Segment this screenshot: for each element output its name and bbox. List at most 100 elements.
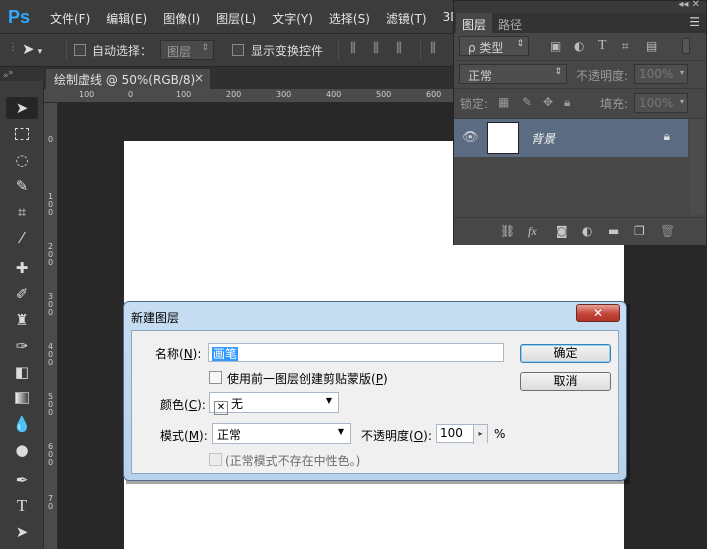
opacity-input[interactable]: 100 ▸ <box>436 424 488 444</box>
menu-image[interactable]: 图像(I) <box>163 10 200 27</box>
lock-image-icon[interactable]: ✎ <box>522 95 532 109</box>
cancel-button[interactable]: 取消 <box>520 372 611 391</box>
document-tab[interactable]: 绘制虚线 @ 50%(RGB/8) × <box>46 69 210 89</box>
eye-icon[interactable]: 👁︎ <box>462 130 479 145</box>
menu-file[interactable]: 文件(F) <box>50 10 90 27</box>
lock-icon[interactable]: 🔒︎ <box>664 129 670 144</box>
marquee-tool-icon[interactable] <box>6 123 38 145</box>
type-tool-icon[interactable]: T <box>6 495 38 517</box>
crop-tool-icon[interactable]: ⌗ <box>6 201 38 223</box>
dialog-opacity-label: 不透明度(O): <box>361 429 432 443</box>
brush-tool-icon[interactable]: ✐ <box>6 283 38 305</box>
lock-position-icon[interactable]: ✥ <box>543 95 553 109</box>
ruler-tick-label: 3 0 0 <box>48 292 54 317</box>
new-layer-icon[interactable]: ❐ <box>634 224 645 238</box>
layer-name[interactable]: 背景 <box>531 130 555 147</box>
ruler-tick-label: 5 0 0 <box>48 392 54 417</box>
expand-icon[interactable]: » <box>3 71 9 81</box>
updown-icon: ⇕ <box>554 67 562 77</box>
menu-select[interactable]: 选择(S) <box>329 10 370 27</box>
pen-tool-icon[interactable]: ✒ <box>6 469 38 491</box>
lock-all-icon[interactable]: 🔒︎ <box>564 95 570 110</box>
panel-menu-icon[interactable]: ☰ <box>689 15 700 29</box>
quick-select-tool-icon[interactable]: ✎ <box>6 175 38 197</box>
ok-button[interactable]: 确定 <box>520 344 611 363</box>
chevron-down-icon: ▼ <box>325 396 332 405</box>
close-icon[interactable]: × <box>194 71 204 85</box>
filter-adjustment-icon[interactable]: ◐ <box>574 39 584 53</box>
dodge-tool-icon[interactable]: ● <box>6 439 38 461</box>
filter-type-icon[interactable]: T <box>598 38 607 54</box>
align-left-icon[interactable]: ⫼ <box>430 41 436 56</box>
blend-row: 正常 ⇕ 不透明度: 100% ▾ <box>454 61 706 89</box>
healing-brush-tool-icon[interactable]: ✚ <box>6 257 38 279</box>
align-top-icon[interactable]: ⫼ <box>350 41 356 56</box>
lock-label: 锁定: <box>460 97 489 111</box>
fill-field[interactable]: 100% ▾ <box>634 93 688 113</box>
no-color-icon: ✕ <box>214 401 228 415</box>
layer-row[interactable]: 👁︎ 背景 🔒︎ <box>454 119 688 157</box>
eraser-tool-icon[interactable]: ◧ <box>6 361 38 383</box>
gradient-tool-icon[interactable] <box>6 387 38 409</box>
menu-type[interactable]: 文字(Y) <box>272 10 313 27</box>
new-layer-dialog: 新建图层 ✕ 名称(N): 画笔 使用前一图层创建剪贴蒙版(P) 颜色(C): … <box>123 301 627 481</box>
adjustment-layer-icon[interactable]: ◐ <box>582 224 592 238</box>
panel-header: ◂◂ ✕ <box>454 0 706 13</box>
delete-layer-icon[interactable]: 🗑︎ <box>660 224 675 238</box>
layers-panel: ◂◂ ✕ 图层 路径 ☰ ρ 类型 ⇕ ▣ ◐ T ⌗ ▤ 正常 ⇕ 不透明度: 1… <box>453 0 707 245</box>
layers-scrollbar[interactable] <box>690 119 704 215</box>
dialog-title: 新建图层 <box>131 311 180 325</box>
show-transform-checkbox[interactable] <box>232 44 244 56</box>
link-layers-icon[interactable]: ⛓ <box>500 224 515 238</box>
auto-select-target-dropdown[interactable]: 图层 ⇕ <box>160 40 214 60</box>
options-separator <box>338 39 339 61</box>
name-input[interactable]: 画笔 <box>208 343 504 362</box>
filter-type-dropdown[interactable]: ρ 类型 ⇕ <box>459 36 529 56</box>
opacity-input-value: 100 <box>440 426 463 440</box>
layer-style-icon[interactable]: fx <box>528 224 537 239</box>
move-tool-preset-icon[interactable]: ➤ ▾ <box>22 40 42 58</box>
ruler-tick-label: 200 <box>226 90 242 99</box>
fill-label: 填充: <box>600 97 629 111</box>
filter-toggle[interactable] <box>682 38 690 54</box>
lasso-tool-icon[interactable]: ◌ <box>6 149 38 171</box>
updown-icon: ⇕ <box>201 43 209 53</box>
opacity-field[interactable]: 100% ▾ <box>634 64 688 84</box>
menu-edit[interactable]: 编辑(E) <box>106 10 147 27</box>
filter-pixel-icon[interactable]: ▣ <box>550 39 561 53</box>
color-dropdown[interactable]: ✕ 无 ▼ <box>209 392 339 415</box>
lock-transparent-icon[interactable]: ▦ <box>498 95 509 109</box>
mode-dropdown[interactable]: 正常 ▼ <box>212 423 351 444</box>
filter-shape-icon[interactable]: ⌗ <box>622 39 629 54</box>
tab-paths[interactable]: 路径 <box>492 13 528 33</box>
collapse-panel-icon[interactable]: ◂◂ ✕ <box>678 0 700 10</box>
ruler-tick-label: 400 <box>326 90 342 99</box>
chevron-down-icon[interactable]: ▾ <box>680 97 684 106</box>
layer-thumbnail <box>487 122 519 154</box>
add-mask-icon[interactable]: ◙ <box>556 224 568 238</box>
menu-layer[interactable]: 图层(L) <box>216 10 256 27</box>
auto-select-checkbox[interactable] <box>74 44 86 56</box>
path-select-tool-icon[interactable]: ➤ <box>6 521 38 543</box>
ruler-tick-label: 600 <box>426 90 442 99</box>
filter-smart-object-icon[interactable]: ▤ <box>646 39 657 53</box>
blur-tool-icon[interactable]: 💧 <box>6 413 38 435</box>
auto-select-label: 自动选择： <box>92 44 153 58</box>
menu-filter[interactable]: 滤镜(T) <box>386 10 427 27</box>
clipping-mask-checkbox[interactable] <box>209 371 222 384</box>
opacity-slider-icon[interactable]: ▸ <box>473 425 487 444</box>
align-bottom-icon[interactable]: ⫼ <box>396 41 402 56</box>
close-button[interactable]: ✕ <box>576 304 620 322</box>
ruler-tick-label: 300 <box>276 90 292 99</box>
eyedropper-tool-icon[interactable]: ⁄ <box>6 227 38 249</box>
blend-mode-dropdown[interactable]: 正常 ⇕ <box>459 64 567 84</box>
move-tool-icon[interactable]: ➤ <box>6 97 38 119</box>
clone-stamp-tool-icon[interactable]: ♜ <box>6 309 38 331</box>
align-vcenter-icon[interactable]: ⫼ <box>373 41 379 56</box>
new-group-icon[interactable]: ▬ <box>608 224 619 238</box>
history-brush-tool-icon[interactable]: ✑ <box>6 335 38 357</box>
chevron-down-icon[interactable]: ▾ <box>680 68 684 77</box>
tab-layers[interactable]: 图层 <box>456 13 493 33</box>
show-transform-label: 显示变换控件 <box>251 44 324 58</box>
ruler-tick-label: 6 0 0 <box>48 442 54 467</box>
